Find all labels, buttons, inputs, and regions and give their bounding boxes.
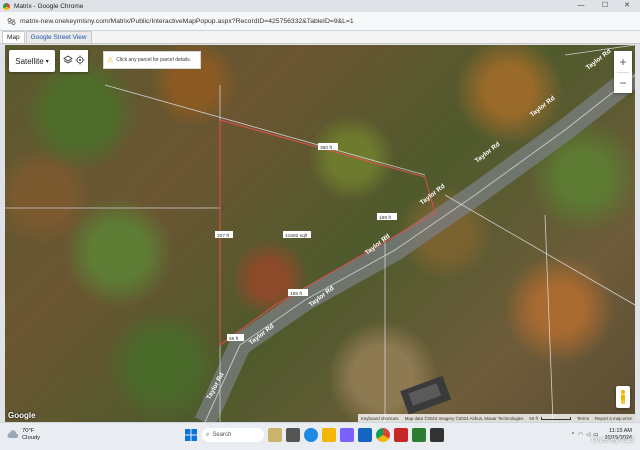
watermark: OneKeyMLS bbox=[591, 435, 634, 444]
map-type-button[interactable]: Satellite ▾ bbox=[9, 50, 55, 72]
layers-icon[interactable] bbox=[63, 52, 73, 70]
search-placeholder: Search bbox=[212, 432, 232, 438]
minimize-button[interactable]: — bbox=[570, 0, 592, 12]
taylor-road bbox=[194, 66, 635, 422]
clock-time: 11:15 AM bbox=[609, 428, 632, 434]
google-logo: Google bbox=[8, 411, 36, 420]
locate-icon[interactable] bbox=[75, 52, 85, 70]
dim-right: 189 ft bbox=[379, 215, 392, 221]
tab-street-view[interactable]: Google Street View bbox=[25, 31, 92, 43]
parcel-lines bbox=[5, 45, 635, 422]
volume-icon[interactable]: ◁ bbox=[586, 432, 590, 438]
window-title-bar: Matrix - Google Chrome — ☐ ✕ bbox=[0, 0, 640, 12]
road-label: Taylor Rd bbox=[529, 95, 557, 119]
edge-icon[interactable] bbox=[304, 428, 318, 442]
address-bar[interactable]: matrix-new.onekeymlsny.com/Matrix/Public… bbox=[0, 12, 640, 31]
keyboard-shortcuts-link[interactable]: Keyboard shortcuts bbox=[358, 416, 402, 421]
parcel-hint-text: Click any parcel for parcel details. bbox=[116, 57, 192, 63]
search-icon: ⌕ bbox=[206, 431, 210, 438]
scale-bar bbox=[540, 416, 571, 420]
terms-link[interactable]: Terms bbox=[574, 416, 592, 421]
app-icon[interactable] bbox=[412, 428, 426, 442]
maximize-button[interactable]: ☐ bbox=[594, 0, 616, 12]
dim-bottom: 65 ft bbox=[229, 336, 239, 342]
file-explorer-icon[interactable] bbox=[322, 428, 336, 442]
site-info-icon[interactable] bbox=[6, 16, 16, 26]
map-tools bbox=[60, 50, 88, 72]
map-data-text: Map data ©2024 Imagery ©2024 Airbus, Max… bbox=[404, 415, 524, 421]
satellite-map[interactable]: 360 ft 327 ft 41592 sqft 189 ft 188 ft 6… bbox=[5, 45, 635, 422]
windows-taskbar: 70°F Cloudy ⌕ Search ^ ◠ ◁ ▭ 11:15 AM 10… bbox=[0, 422, 640, 450]
taskbar-apps: ⌕ Search bbox=[184, 428, 448, 442]
dim-top: 360 ft bbox=[320, 145, 333, 151]
cloud-icon bbox=[7, 430, 19, 438]
store-icon[interactable] bbox=[358, 428, 372, 442]
weather-desc: Cloudy bbox=[22, 435, 41, 441]
house bbox=[400, 375, 452, 415]
weather-temp: 70°F bbox=[22, 428, 35, 434]
dim-left: 327 ft bbox=[217, 233, 230, 239]
chrome-taskbar-icon[interactable] bbox=[376, 428, 390, 442]
pegman-icon bbox=[621, 390, 625, 404]
map-overlay: 360 ft 327 ft 41592 sqft 189 ft 188 ft 6… bbox=[5, 45, 635, 422]
terminal-icon[interactable] bbox=[430, 428, 444, 442]
street-view-pegman[interactable] bbox=[616, 386, 630, 408]
url-text[interactable]: matrix-new.onekeymlsny.com/Matrix/Public… bbox=[20, 18, 354, 25]
chrome-icon bbox=[3, 2, 10, 10]
chevron-down-icon: ▾ bbox=[45, 58, 49, 65]
scale-label[interactable]: 50 ft bbox=[526, 416, 541, 421]
teams-icon[interactable] bbox=[340, 428, 354, 442]
tab-map[interactable]: Map bbox=[2, 31, 25, 43]
chevron-up-icon[interactable]: ^ bbox=[572, 432, 575, 438]
wifi-icon[interactable]: ◠ bbox=[578, 432, 583, 438]
road-label: Taylor Rd bbox=[474, 141, 502, 165]
road-labels: Taylor Rd Taylor Rd Taylor Rd Taylor Rd … bbox=[206, 48, 613, 401]
mcafee-icon[interactable] bbox=[394, 428, 408, 442]
dim-area: 41592 sqft bbox=[285, 233, 308, 239]
taskbar-search[interactable]: ⌕ Search bbox=[202, 428, 264, 442]
window-title: Matrix - Google Chrome bbox=[14, 2, 84, 10]
warning-icon: ⚠ bbox=[107, 57, 114, 64]
widgets-icon[interactable] bbox=[268, 428, 282, 442]
close-button[interactable]: ✕ bbox=[616, 0, 638, 12]
zoom-in-button[interactable]: + bbox=[614, 51, 632, 72]
map-tabs: Map Google Street View bbox=[0, 31, 640, 44]
dim-bottom-mid: 188 ft bbox=[290, 291, 303, 297]
parcel-hint: ⚠ Click any parcel for parcel details. bbox=[103, 51, 201, 69]
report-error-link[interactable]: Report a map error bbox=[592, 416, 635, 421]
task-view-icon[interactable] bbox=[286, 428, 300, 442]
map-attribution: Keyboard shortcuts Map data ©2024 Imager… bbox=[357, 414, 635, 422]
map-type-label: Satellite bbox=[15, 56, 44, 66]
windows-start-icon[interactable] bbox=[184, 428, 198, 442]
zoom-out-button[interactable]: − bbox=[614, 72, 632, 93]
zoom-controls: + − bbox=[614, 51, 632, 93]
weather-widget[interactable]: 70°F Cloudy bbox=[7, 428, 40, 442]
